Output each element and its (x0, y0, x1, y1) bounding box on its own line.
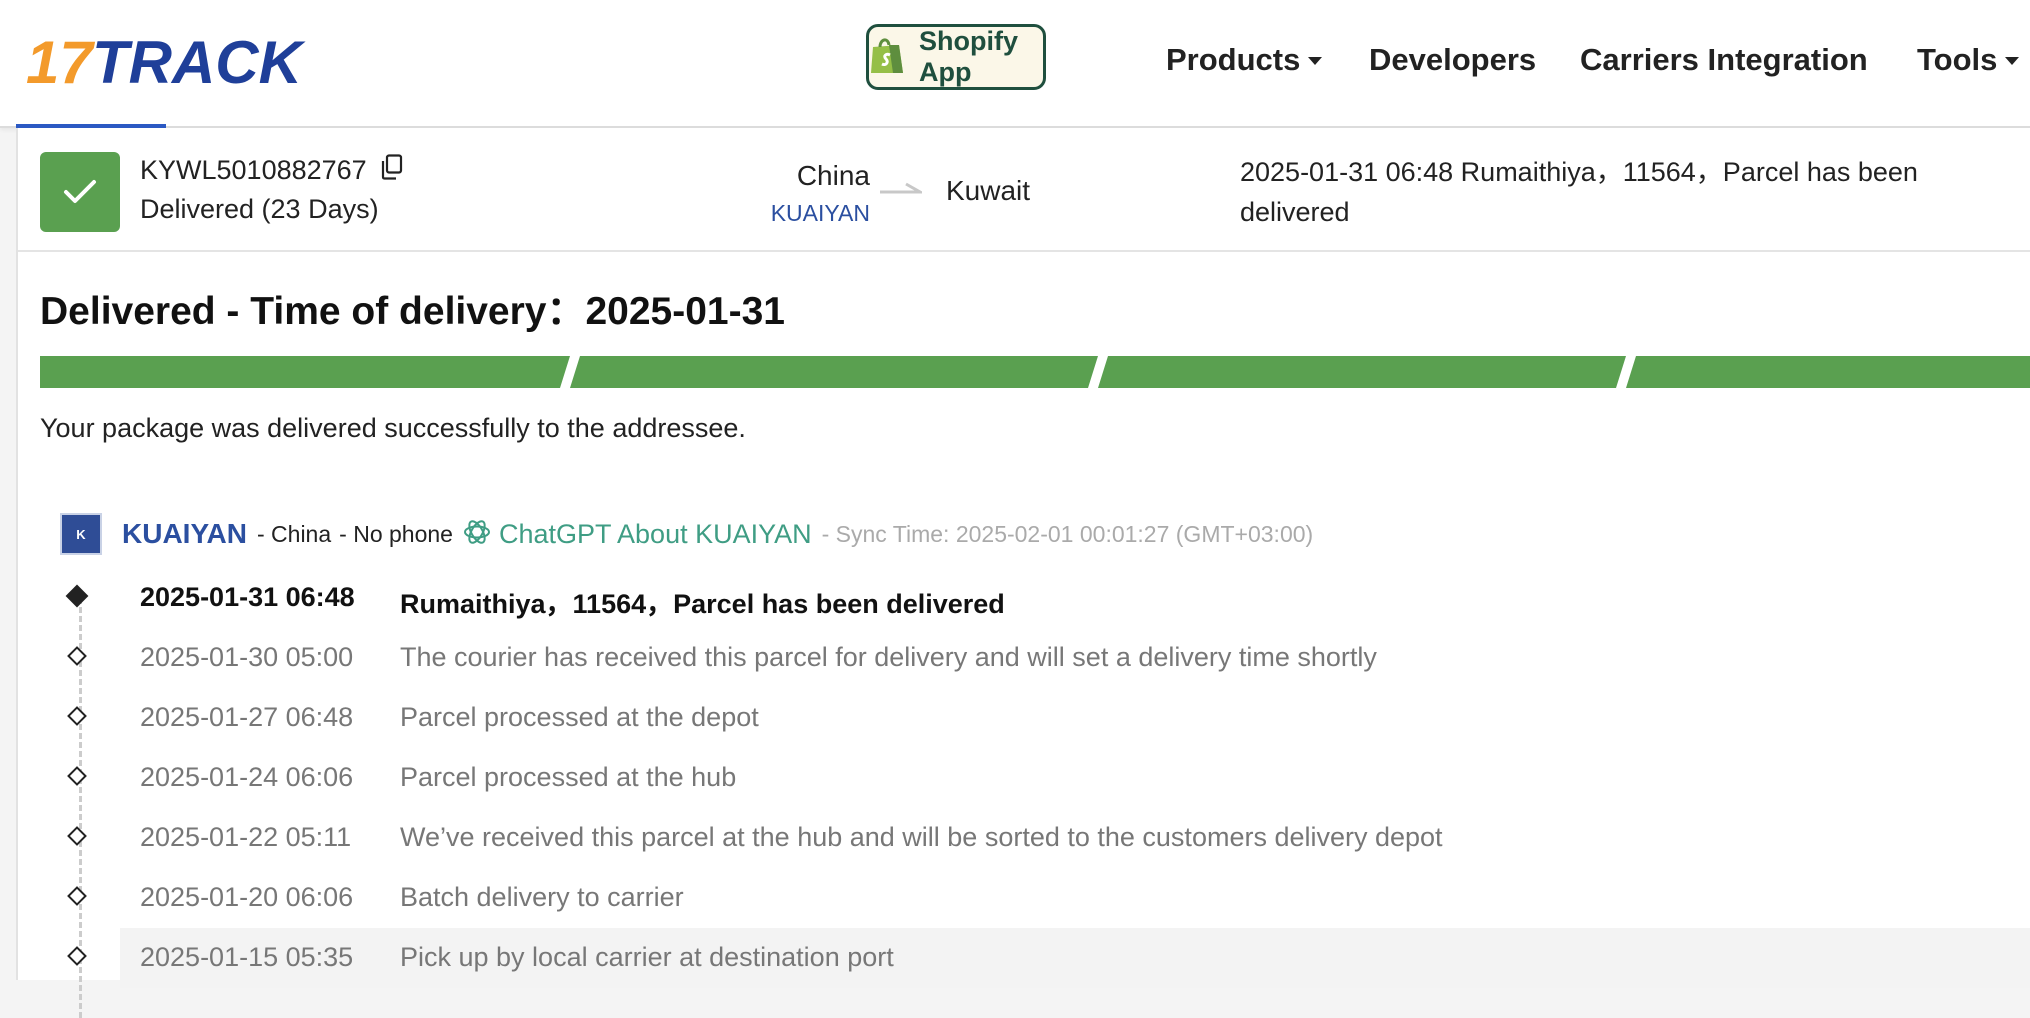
delivery-progress-bar (40, 356, 2030, 388)
timeline-event: 2025-01-24 06:06 Parcel processed at the… (18, 748, 2030, 808)
tracking-summary-row[interactable]: KYWL5010882767 Delivered (23 Days) China… (18, 128, 2030, 252)
tracking-number-text: KYWL5010882767 (140, 155, 367, 185)
diamond-outline-icon (67, 646, 87, 666)
event-description: Parcel processed at the hub (400, 762, 737, 792)
diamond-filled-icon (65, 584, 89, 608)
carrier-phone: - No phone (339, 520, 453, 547)
latest-event-summary: 2025-01-31 06:48 Rumaithiya，11564，Parcel… (1240, 157, 1918, 227)
diamond-outline-icon (67, 706, 87, 726)
delivery-status-days: Delivered (23 Days) (140, 194, 379, 224)
carrier-info-row: K KUAIYAN - China - No phone ChatGPT Abo… (60, 510, 1313, 558)
diamond-outline-icon (67, 946, 87, 966)
diamond-outline-icon (67, 886, 87, 906)
delivered-status-icon (40, 152, 120, 232)
chatgpt-about-carrier-link[interactable]: ChatGPT About KUAIYAN (461, 516, 812, 553)
route-arrow-icon (880, 180, 926, 205)
event-time: 2025-01-24 06:06 (140, 762, 354, 792)
carrier-country: - China (257, 520, 332, 547)
delivery-message: Your package was delivered successfully … (40, 413, 746, 443)
progress-segment-1 (40, 356, 570, 388)
event-time: 2025-01-15 05:35 (140, 942, 354, 972)
sync-time: - Sync Time: 2025-02-01 00:01:27 (GMT+03… (821, 520, 1314, 547)
carrier-logo: K (60, 513, 102, 555)
delivery-title: Delivered - Time of delivery：2025-01-31 (40, 290, 785, 333)
event-description: Rumaithiya，11564，Parcel has been deliver… (400, 589, 1005, 619)
origin-carrier-link[interactable]: KUAIYAN (638, 200, 870, 227)
logo-prefix: 17 (26, 33, 95, 89)
copy-icon[interactable] (381, 154, 403, 187)
event-time: 2025-01-20 06:06 (140, 882, 354, 912)
diamond-outline-icon (67, 826, 87, 846)
event-time: 2025-01-31 06:48 (140, 582, 355, 612)
carrier-name-link[interactable]: KUAIYAN (122, 518, 247, 550)
timeline-event: 2025-01-27 06:48 Parcel processed at the… (18, 688, 2030, 748)
nav-products[interactable]: Products (1166, 40, 1323, 80)
tracking-result-card: KYWL5010882767 Delivered (23 Days) China… (16, 128, 2030, 1018)
chatgpt-about-carrier-label: ChatGPT About KUAIYAN (498, 518, 812, 549)
nav-carriers-integration-label: Carriers Integration (1580, 42, 1868, 77)
chevron-down-icon (2005, 57, 2020, 65)
tracking-number: KYWL5010882767 (140, 154, 403, 187)
nav-carriers-integration[interactable]: Carriers Integration (1580, 40, 1868, 80)
event-time: 2025-01-27 06:48 (140, 702, 354, 732)
nav-products-label: Products (1166, 42, 1301, 77)
nav-tools-label: Tools (1917, 42, 1998, 77)
timeline-event: 2025-01-20 06:06 Batch delivery to carri… (18, 868, 2030, 928)
logo-suffix: TRACK (92, 33, 306, 89)
shopify-app-label: Shopify App (919, 26, 1018, 87)
origin-country: China (796, 160, 870, 191)
progress-segment-4 (1626, 356, 2030, 388)
event-description: The courier has received this parcel for… (400, 642, 1377, 672)
progress-segment-3 (1098, 356, 1626, 388)
timeline-event: 2025-01-30 05:00 The courier has receive… (18, 628, 2030, 688)
event-time: 2025-01-22 05:11 (140, 822, 352, 852)
shopify-bag-icon (869, 35, 905, 80)
event-description: Parcel processed at the depot (400, 702, 759, 732)
shopify-app-button[interactable]: Shopify App (866, 24, 1046, 90)
top-navigation-bar: 17 TRACK Shopify App Products Developers… (0, 0, 2030, 128)
timeline-event: 2025-01-31 06:48 Rumaithiya，11564，Parcel… (18, 568, 2030, 628)
nav-developers-label: Developers (1369, 42, 1537, 77)
diamond-outline-icon (67, 766, 87, 786)
event-time: 2025-01-30 05:00 (140, 642, 354, 672)
event-description: Batch delivery to carrier (400, 882, 684, 912)
event-description: Pick up by local carrier at destination … (400, 942, 894, 972)
nav-tools[interactable]: Tools (1917, 40, 2020, 80)
chatgpt-icon (461, 516, 493, 553)
progress-segment-2 (570, 356, 1098, 388)
17track-logo[interactable]: 17 TRACK (26, 26, 326, 96)
chevron-down-icon (1308, 57, 1323, 65)
timeline-event-hovered: 2025-01-15 05:35 Pick up by local carrie… (18, 928, 2030, 988)
event-description: We’ve received this parcel at the hub an… (400, 822, 1443, 852)
nav-developers[interactable]: Developers (1369, 40, 1536, 80)
timeline-event: 2025-01-22 05:11 We’ve received this par… (18, 808, 2030, 868)
destination-country: Kuwait (946, 175, 1031, 206)
